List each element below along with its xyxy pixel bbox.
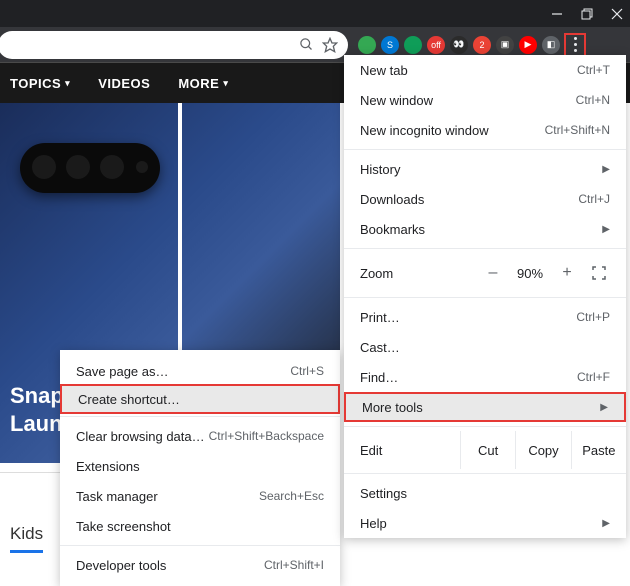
shortcut: Ctrl+S: [290, 364, 324, 378]
edit-label: Edit: [360, 443, 460, 458]
chevron-right-icon: ▶: [602, 164, 610, 175]
shortcut: Ctrl+T: [577, 63, 610, 77]
submenu-label: Clear browsing data…: [76, 429, 205, 444]
menu-label: More tools: [362, 400, 423, 415]
menu-label: Help: [360, 516, 387, 531]
cut-button[interactable]: Cut: [460, 431, 515, 469]
zoom-percent: 90%: [510, 266, 550, 281]
search-icon: [299, 37, 314, 52]
shortcut: Ctrl+J: [578, 192, 610, 206]
menu-separator: [344, 248, 626, 249]
menu-separator: [344, 473, 626, 474]
star-icon[interactable]: [322, 37, 338, 53]
copy-button[interactable]: Copy: [515, 431, 570, 469]
menu-more-tools[interactable]: More tools ▶: [344, 392, 626, 422]
menu-label: Downloads: [360, 192, 424, 207]
headline-line2: Laun: [10, 411, 63, 436]
submenu-create-shortcut[interactable]: Create shortcut…: [60, 384, 340, 414]
menu-help[interactable]: Help ▶: [344, 508, 626, 538]
chrome-main-menu: New tab Ctrl+T New window Ctrl+N New inc…: [344, 55, 626, 538]
chevron-right-icon: ▶: [600, 402, 608, 413]
more-tools-submenu: Save page as… Ctrl+S Create shortcut… Cl…: [60, 350, 340, 586]
close-button[interactable]: [610, 7, 624, 21]
shortcut: Ctrl+Shift+Backspace: [209, 429, 324, 443]
menu-label: Bookmarks: [360, 222, 425, 237]
nav-more[interactable]: MORE▾: [178, 76, 228, 91]
shortcut: Ctrl+Shift+I: [264, 558, 324, 572]
menu-new-window[interactable]: New window Ctrl+N: [344, 85, 626, 115]
minimize-button[interactable]: [550, 7, 564, 21]
window-title-bar: [0, 0, 630, 27]
menu-zoom-row: Zoom – 90% +: [344, 253, 626, 293]
submenu-label: Save page as…: [76, 364, 169, 379]
submenu-label: Task manager: [76, 489, 158, 504]
menu-bookmarks[interactable]: Bookmarks ▶: [344, 214, 626, 244]
zoom-label: Zoom: [360, 266, 476, 281]
submenu-developer-tools[interactable]: Developer tools Ctrl+Shift+I: [60, 550, 340, 580]
menu-label: Find…: [360, 370, 398, 385]
menu-history[interactable]: History ▶: [344, 154, 626, 184]
chevron-right-icon: ▶: [602, 518, 610, 529]
ext-green-dot[interactable]: [358, 36, 376, 54]
submenu-clear-browsing-data[interactable]: Clear browsing data… Ctrl+Shift+Backspac…: [60, 421, 340, 451]
restore-button[interactable]: [580, 7, 594, 21]
zoom-in-button[interactable]: +: [550, 258, 584, 288]
menu-find[interactable]: Find… Ctrl+F: [344, 362, 626, 392]
zoom-out-button[interactable]: –: [476, 258, 510, 288]
shortcut: Search+Esc: [259, 489, 324, 503]
headline-fragment: Snap Laun: [10, 382, 64, 439]
fullscreen-button[interactable]: [584, 266, 614, 280]
ext-skype[interactable]: S: [381, 36, 399, 54]
submenu-label: Create shortcut…: [78, 392, 180, 407]
shortcut: Ctrl+N: [576, 93, 610, 107]
menu-separator: [344, 297, 626, 298]
ext-pushbullet[interactable]: off: [427, 36, 445, 54]
menu-edit-row: Edit Cut Copy Paste: [344, 431, 626, 469]
paste-button[interactable]: Paste: [571, 431, 626, 469]
chrome-menu-button[interactable]: [564, 33, 586, 57]
headline-line1: Snap: [10, 383, 64, 408]
tab-kids[interactable]: Kids: [10, 524, 43, 553]
submenu-extensions[interactable]: Extensions: [60, 451, 340, 481]
ext-square[interactable]: ▣: [496, 36, 514, 54]
shortcut: Ctrl+F: [577, 370, 610, 384]
menu-label: Cast…: [360, 340, 400, 355]
menu-incognito[interactable]: New incognito window Ctrl+Shift+N: [344, 115, 626, 145]
ext-youtube[interactable]: ▶: [519, 36, 537, 54]
menu-label: New window: [360, 93, 433, 108]
chevron-down-icon: ▾: [223, 78, 228, 89]
menu-label: New tab: [360, 63, 408, 78]
shortcut: Ctrl+P: [576, 310, 610, 324]
menu-label: Settings: [360, 486, 407, 501]
address-bar[interactable]: [0, 31, 348, 59]
nav-topics[interactable]: TOPICS▾: [10, 76, 70, 91]
menu-label: New incognito window: [360, 123, 489, 138]
submenu-take-screenshot[interactable]: Take screenshot: [60, 511, 340, 541]
extensions-row: Soff 👀 2 ▣ ▶ ◧: [358, 36, 560, 54]
menu-new-tab[interactable]: New tab Ctrl+T: [344, 55, 626, 85]
submenu-label: Extensions: [76, 459, 140, 474]
submenu-separator: [60, 545, 340, 546]
chevron-down-icon: ▾: [65, 78, 70, 89]
submenu-task-manager[interactable]: Task manager Search+Esc: [60, 481, 340, 511]
content-tabs: Kids: [10, 524, 43, 553]
nav-videos[interactable]: VIDEOS: [98, 76, 150, 91]
shortcut: Ctrl+Shift+N: [545, 123, 610, 137]
ext-grey-square[interactable]: ◧: [542, 36, 560, 54]
ext-face[interactable]: 👀: [450, 36, 468, 54]
menu-settings[interactable]: Settings: [344, 478, 626, 508]
submenu-separator: [60, 416, 340, 417]
chevron-right-icon: ▶: [602, 224, 610, 235]
menu-cast[interactable]: Cast…: [344, 332, 626, 362]
ext-red-circle[interactable]: 2: [473, 36, 491, 54]
ext-green-circle[interactable]: [404, 36, 422, 54]
submenu-save-page-as[interactable]: Save page as… Ctrl+S: [60, 356, 340, 386]
menu-label: History: [360, 162, 400, 177]
menu-downloads[interactable]: Downloads Ctrl+J: [344, 184, 626, 214]
menu-separator: [344, 426, 626, 427]
menu-separator: [344, 149, 626, 150]
menu-print[interactable]: Print… Ctrl+P: [344, 302, 626, 332]
submenu-label: Take screenshot: [76, 519, 171, 534]
menu-label: Print…: [360, 310, 400, 325]
